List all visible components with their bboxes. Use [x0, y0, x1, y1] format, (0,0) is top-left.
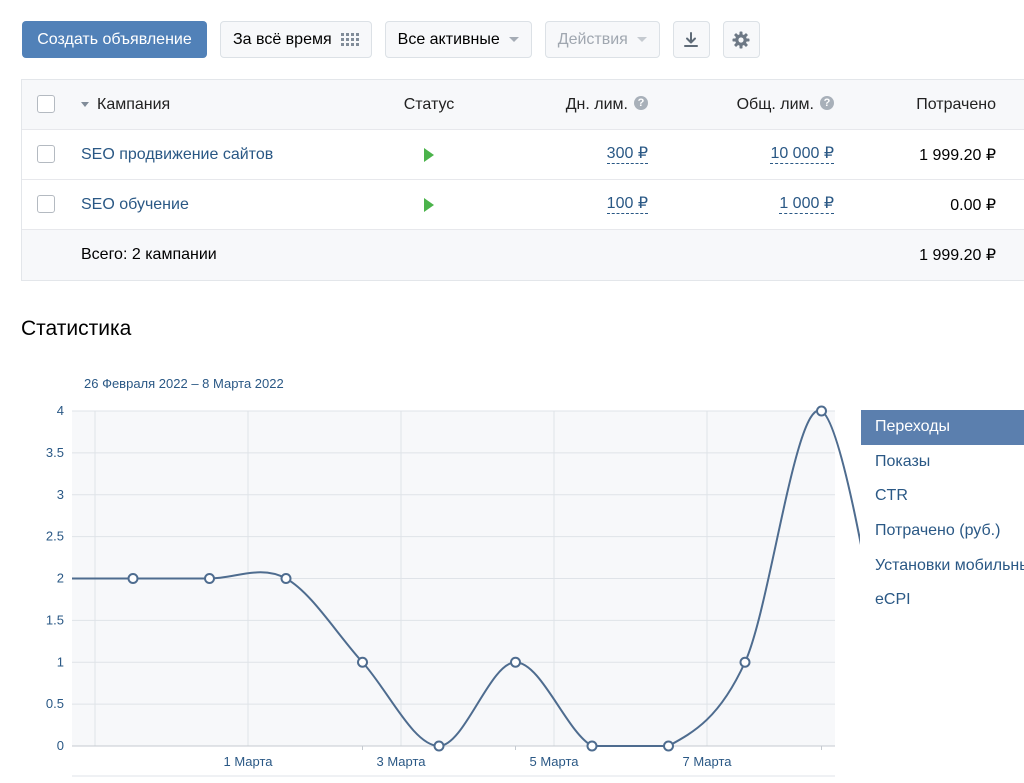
- day-limit-header-label: Дн. лим.: [565, 95, 628, 113]
- row-checkbox[interactable]: [37, 145, 55, 163]
- data-point: [357, 656, 368, 668]
- spent-column-header: Потрачено: [852, 80, 996, 129]
- table-row: SEO обучение 100 ₽ 1 000 ₽ 0.00 ₽: [22, 180, 1024, 230]
- data-point: [739, 656, 751, 668]
- campaign-column-header[interactable]: Кампания: [81, 80, 170, 129]
- metric-label: Переходы: [875, 418, 951, 436]
- clicks-line-chart: 0 0.5 1 1.5 2 2.5 3 3.5 4 1 Марта 3 Марта 5 Марта 7 …: [46, 403, 860, 777]
- total-limit-column-header: Общ. лим. ?: [722, 80, 834, 129]
- y-tick-label: 2.5: [46, 529, 64, 544]
- y-tick-label: 0: [57, 738, 64, 753]
- x-tick-label: 7 Марта: [682, 754, 732, 769]
- actions-label: Действия: [557, 30, 628, 48]
- metric-label: Установки мобильных: [875, 556, 1024, 574]
- spent-cell: 0.00 ₽: [852, 180, 996, 229]
- data-point: [433, 740, 445, 752]
- actions-dropdown[interactable]: Действия: [544, 21, 660, 58]
- campaign-header-label: Кампания: [97, 95, 171, 113]
- gear-icon: [732, 31, 750, 48]
- total-spent-cell: 1 999.20 ₽: [852, 230, 996, 279]
- day-limit-value[interactable]: 100 ₽: [606, 195, 648, 214]
- metric-item-ecpi[interactable]: eCPI: [861, 583, 1024, 618]
- spent-value: 1 999.20 ₽: [919, 146, 996, 164]
- spent-value: 0.00 ₽: [950, 196, 996, 214]
- spent-cell: 1 999.20 ₽: [852, 130, 996, 179]
- help-icon[interactable]: ?: [634, 95, 648, 110]
- day-limit-cell: 300 ₽: [528, 130, 648, 179]
- data-point: [204, 573, 215, 584]
- status-column-header: Статус: [402, 80, 456, 129]
- total-limit-value[interactable]: 1 000 ₽: [779, 195, 834, 214]
- data-point: [510, 656, 521, 668]
- status-filter-select[interactable]: Все активные: [384, 21, 532, 58]
- campaign-name-link[interactable]: SEO обучение: [81, 196, 189, 214]
- total-limit-value[interactable]: 10 000 ₽: [770, 145, 834, 164]
- data-point: [663, 740, 674, 752]
- chevron-down-icon: [508, 37, 519, 42]
- row-checkbox[interactable]: [37, 195, 55, 213]
- total-spent-value: 1 999.20 ₽: [919, 246, 996, 264]
- total-limit-cell: 1 000 ₽: [722, 180, 834, 229]
- campaigns-table: Кампания Статус Дн. лим. ? Общ. лим. ? П…: [21, 79, 1024, 281]
- select-all-checkbox[interactable]: [37, 95, 55, 113]
- spent-header-label: Потрачено: [916, 95, 996, 113]
- toolbar: Создать объявление За всё время Все акти…: [22, 21, 760, 58]
- y-tick-label: 1: [57, 654, 64, 669]
- status-filter-label: Все активные: [397, 30, 500, 48]
- day-limit-value[interactable]: 300 ₽: [606, 145, 648, 164]
- total-label-cell: Всего: 2 кампании: [81, 230, 217, 279]
- settings-button[interactable]: [722, 21, 760, 58]
- y-tick-label: 0.5: [46, 696, 64, 711]
- data-point: [127, 573, 139, 584]
- metric-item-spent[interactable]: Потрачено (руб.): [861, 514, 1024, 549]
- data-point: [280, 573, 292, 584]
- play-icon[interactable]: [424, 197, 434, 212]
- metric-label: Показы: [875, 452, 931, 470]
- metric-label: Потрачено (руб.): [875, 522, 1001, 540]
- total-label: Всего: 2 кампании: [81, 245, 217, 263]
- y-tick-label: 4: [57, 403, 64, 418]
- table-total-row: Всего: 2 кампании 1 999.20 ₽: [22, 230, 1024, 280]
- metric-selector: Переходы Показы CTR Потрачено (руб.) Уст…: [861, 410, 1024, 618]
- play-icon[interactable]: [424, 147, 434, 162]
- y-tick-label: 3: [57, 487, 64, 502]
- metric-label: CTR: [875, 487, 908, 505]
- download-button[interactable]: [672, 21, 710, 58]
- download-icon: [684, 31, 699, 47]
- table-row: SEO продвижение сайтов 300 ₽ 10 000 ₽ 1 …: [22, 130, 1024, 180]
- metric-label: eCPI: [875, 591, 911, 609]
- x-tick-label: 3 Марта: [376, 754, 426, 769]
- campaign-name-cell: SEO обучение: [81, 180, 189, 229]
- day-limit-cell: 100 ₽: [528, 180, 648, 229]
- status-cell: [402, 180, 456, 229]
- metric-item-impressions[interactable]: Показы: [861, 445, 1024, 480]
- x-tick-label: 5 Марта: [529, 754, 579, 769]
- day-limit-column-header: Дн. лим. ?: [528, 80, 648, 129]
- calendar-grid-icon: [340, 33, 359, 46]
- y-tick-label: 2: [57, 571, 64, 586]
- metric-item-ctr[interactable]: CTR: [861, 479, 1024, 514]
- campaign-name-cell: SEO продвижение сайтов: [81, 130, 273, 179]
- table-header-row: Кампания Статус Дн. лим. ? Общ. лим. ? П…: [22, 80, 1024, 130]
- y-tick-label: 3.5: [46, 445, 64, 460]
- period-label: За всё время: [233, 30, 332, 48]
- campaign-name-link[interactable]: SEO продвижение сайтов: [81, 146, 273, 164]
- create-ad-button[interactable]: Создать объявление: [22, 21, 207, 58]
- stats-title: Статистика: [21, 317, 132, 340]
- status-header-label: Статус: [403, 95, 455, 113]
- x-tick-label: 1 Марта: [223, 754, 273, 769]
- data-point: [586, 740, 598, 752]
- status-cell: [402, 130, 456, 179]
- metric-item-clicks[interactable]: Переходы: [861, 410, 1024, 445]
- sort-down-icon: [81, 102, 89, 107]
- total-limit-cell: 10 000 ₽: [722, 130, 834, 179]
- create-ad-label: Создать объявление: [37, 30, 192, 48]
- chevron-down-icon: [636, 37, 647, 42]
- data-point: [816, 405, 827, 417]
- period-select[interactable]: За всё время: [220, 21, 372, 58]
- metric-item-installs[interactable]: Установки мобильных: [861, 548, 1024, 583]
- total-limit-header-label: Общ. лим.: [736, 95, 814, 113]
- y-tick-label: 1.5: [46, 612, 64, 627]
- help-icon[interactable]: ?: [820, 95, 834, 110]
